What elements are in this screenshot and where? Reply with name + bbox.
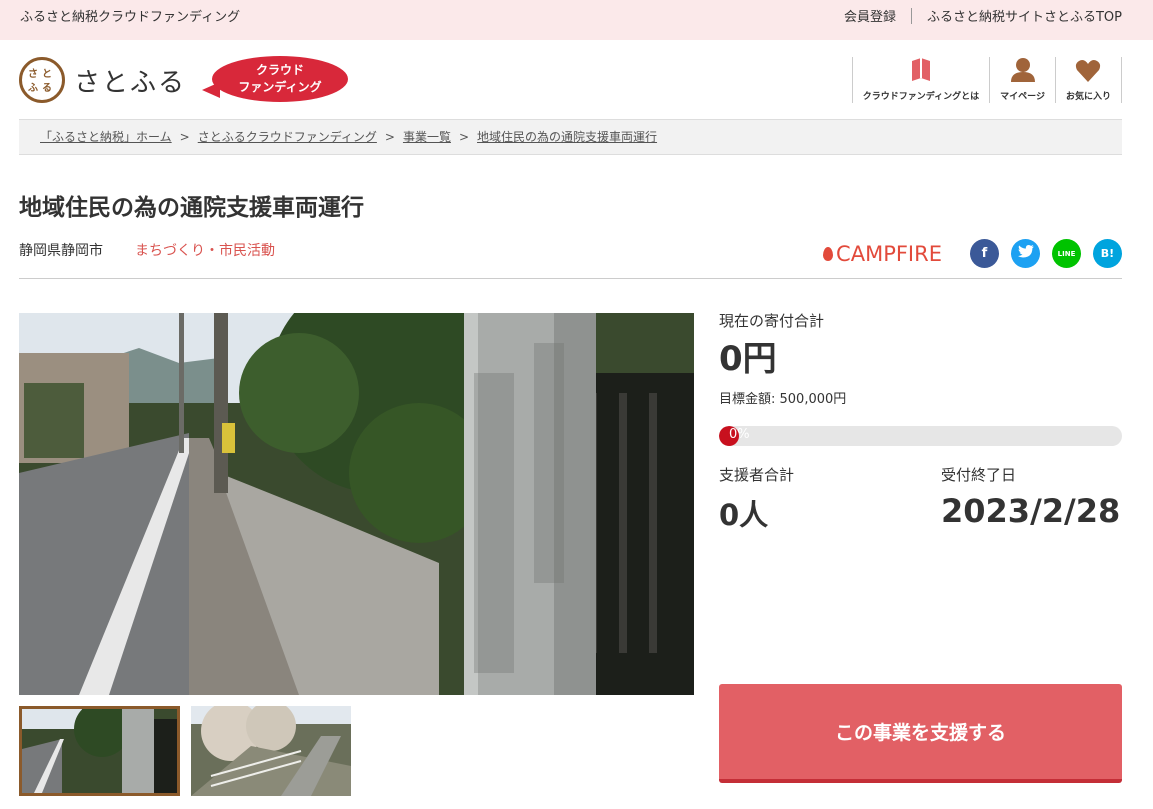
nav-label: マイページ [1000, 92, 1045, 102]
project-category[interactable]: まちづくり・市民活動 [135, 240, 275, 260]
badge-line-2: ファンディング [238, 80, 322, 94]
support-project-button[interactable]: この事業を支援する [719, 684, 1122, 783]
satofull-top-link[interactable]: ふるさと納税サイトさとふるTOP [927, 6, 1122, 25]
breadcrumb-separator: > [179, 130, 190, 144]
twitter-icon [1017, 245, 1034, 262]
deadline-value: 2023/2/28 [941, 492, 1121, 530]
svg-text:る: る [42, 82, 52, 94]
heart-icon [1075, 59, 1101, 87]
supporters-value: 0人 [719, 498, 769, 532]
book-icon [910, 57, 932, 87]
nav-favorites[interactable]: お気に入り [1054, 57, 1122, 103]
breadcrumb-separator: > [384, 130, 395, 144]
line-share-button[interactable]: LINE [1052, 239, 1081, 268]
breadcrumb-separator: > [458, 130, 470, 144]
satofull-logo-icon[interactable]: さ と ふ る [19, 57, 65, 103]
crowdfunding-badge[interactable]: クラウド ファンディング [200, 56, 350, 104]
campfire-logo[interactable]: CAMPFIRE [823, 242, 942, 266]
page-title: 地域住民の為の通院支援車両運行 [19, 195, 364, 221]
badge-text: クラウド ファンディング [212, 62, 348, 96]
member-register-link[interactable]: 会員登録 [844, 6, 896, 25]
facebook-icon: f [981, 246, 988, 261]
hatena-bookmark-button[interactable]: B! [1093, 239, 1122, 268]
thumbnail-1[interactable] [19, 706, 180, 796]
top-link-divider [910, 7, 912, 24]
header-nav: クラウドファンディングとは マイページ お気に入り [851, 57, 1122, 103]
nav-label: お気に入り [1065, 92, 1111, 102]
top-bar: ふるさと納税クラウドファンディング 会員登録 ふるさと納税サイトさとふるTOP [0, 0, 1153, 40]
breadcrumb-crowdfunding[interactable]: さとふるクラウドファンディング [198, 130, 377, 144]
deadline-label: 受付終了日 [941, 466, 1017, 484]
total-donation-label: 現在の寄付合計 [719, 312, 825, 330]
svg-text:ふ: ふ [28, 82, 38, 94]
user-icon [1010, 57, 1036, 87]
svg-text:さ: さ [28, 68, 38, 80]
supporters-label: 支援者合計 [719, 466, 795, 484]
flame-icon [823, 246, 834, 261]
share-bar: CAMPFIRE f LINE B! [823, 239, 1122, 268]
badge-line-1: クラウド [255, 63, 304, 77]
nav-label: クラウドファンディングとは [862, 92, 980, 102]
progress-label: 0% [729, 427, 750, 442]
project-location: 静岡県静岡市 [19, 243, 103, 259]
svg-text:と: と [42, 68, 52, 80]
thumbnail-2[interactable] [191, 706, 351, 796]
nav-about-crowdfunding[interactable]: クラウドファンディングとは [851, 57, 989, 103]
breadcrumb-current[interactable]: 地域住民の為の通院支援車両運行 [477, 130, 657, 144]
top-links: 会員登録 ふるさと納税サイトさとふるTOP [844, 6, 1122, 25]
breadcrumb-home[interactable]: 「ふるさと納税」ホーム [40, 130, 172, 144]
progress-bar: 0% [719, 426, 1122, 446]
twitter-share-button[interactable] [1011, 239, 1040, 268]
line-icon: LINE [1057, 249, 1076, 258]
nav-mypage[interactable]: マイページ [989, 57, 1055, 103]
title-divider [19, 278, 1122, 279]
breadcrumb-project-list[interactable]: 事業一覧 [403, 130, 451, 144]
site-header: さ と ふ る さとふる クラウド ファンディング クラウドファンディングとは … [0, 40, 1153, 120]
facebook-share-button[interactable]: f [970, 239, 999, 268]
breadcrumb: 「ふるさと納税」ホーム > さとふるクラウドファンディング > 事業一覧 > 地域住民の為の… [19, 119, 1122, 155]
site-label: ふるさと納税クラウドファンディング [20, 10, 241, 25]
hatena-icon: B! [1100, 247, 1115, 260]
project-main-image [19, 313, 694, 695]
logo-text[interactable]: さとふる [74, 62, 186, 99]
goal-amount: 目標金額: 500,000円 [719, 392, 847, 407]
total-donation-value: 0円 [719, 339, 777, 379]
campfire-label: CAMPFIRE [836, 241, 942, 266]
